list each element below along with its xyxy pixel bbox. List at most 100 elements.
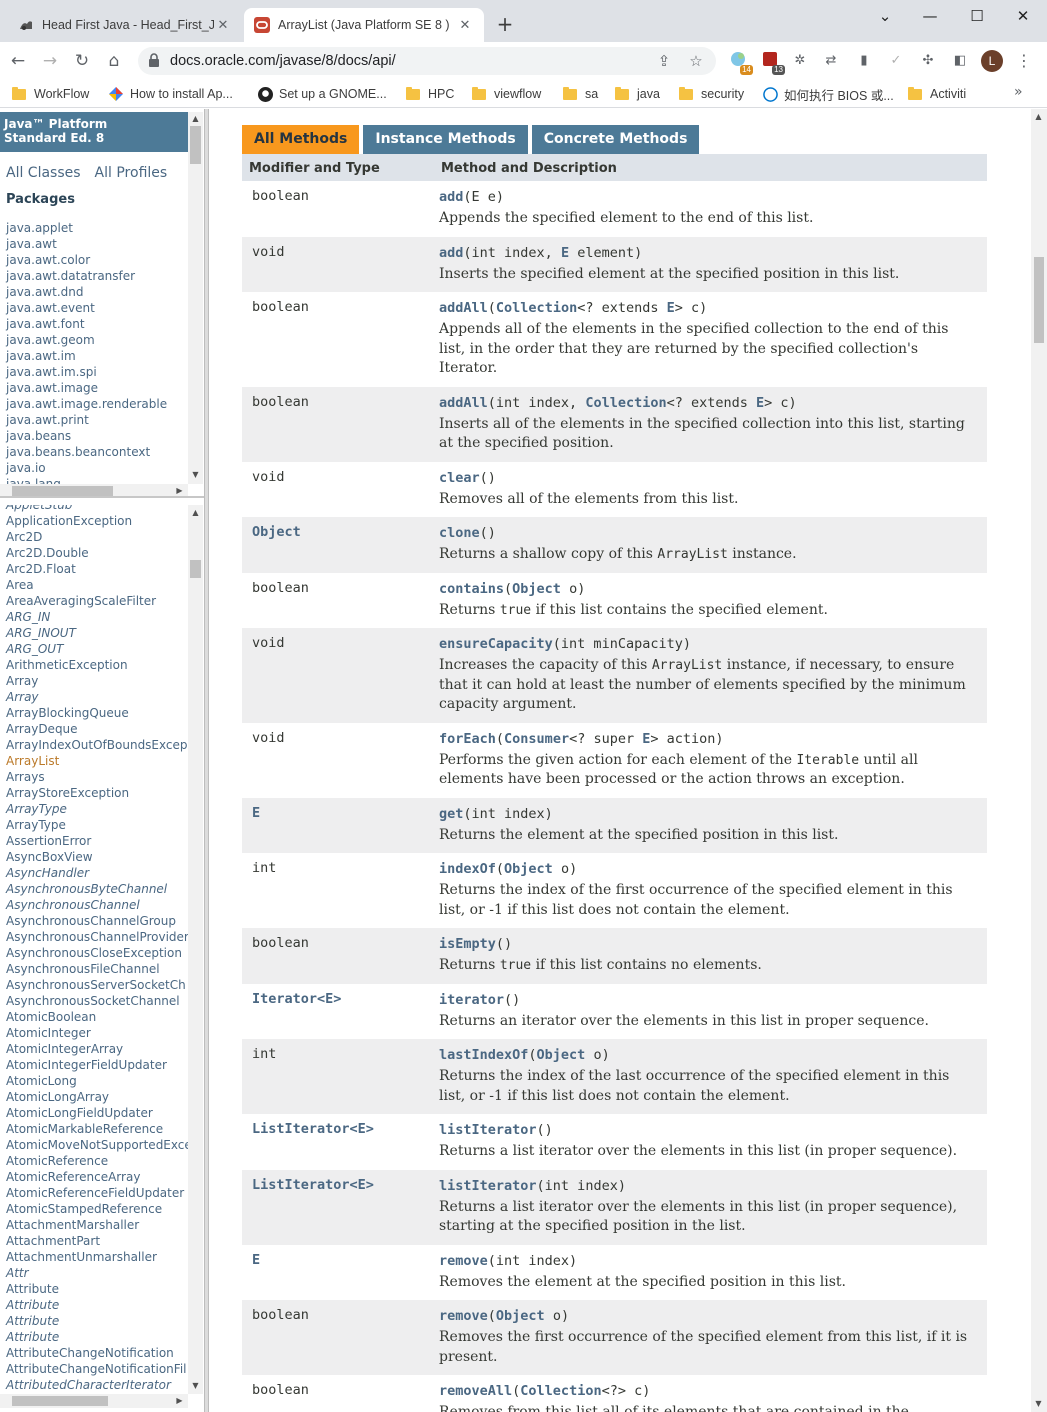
method-name-link[interactable]: clear bbox=[439, 470, 480, 486]
class-link[interactable]: ArrayType bbox=[6, 817, 192, 833]
class-link[interactable]: AsyncHandler bbox=[6, 865, 192, 881]
scroll-down-icon[interactable]: ▼ bbox=[1031, 1399, 1046, 1409]
package-link[interactable]: java.awt.image bbox=[6, 380, 167, 396]
class-link[interactable]: Arc2D bbox=[6, 529, 192, 545]
close-tab-icon[interactable]: ✕ bbox=[456, 17, 474, 33]
scroll-right-icon[interactable]: ▶ bbox=[172, 1396, 187, 1406]
tab-concrete-methods[interactable]: Concrete Methods bbox=[531, 125, 700, 154]
class-link[interactable]: AtomicMoveNotSupportedExce bbox=[6, 1137, 192, 1153]
new-tab-icon[interactable]: + bbox=[494, 12, 516, 36]
extension-book-icon[interactable]: 13 bbox=[759, 50, 785, 75]
class-link[interactable]: ArithmeticException bbox=[6, 657, 192, 673]
class-link[interactable]: ARG_OUT bbox=[6, 641, 192, 657]
package-link[interactable]: java.awt.event bbox=[6, 300, 167, 316]
class-link[interactable]: AtomicIntegerFieldUpdater bbox=[6, 1057, 192, 1073]
scrollbar-thumb[interactable] bbox=[12, 1396, 108, 1406]
package-link[interactable]: java.awt.image.renderable bbox=[6, 396, 167, 412]
scrollbar-thumb[interactable] bbox=[190, 560, 201, 578]
method-name-link[interactable]: clone bbox=[439, 525, 480, 541]
class-link[interactable]: AtomicLongFieldUpdater bbox=[6, 1105, 192, 1121]
package-link[interactable]: java.awt bbox=[6, 236, 167, 252]
scroll-up-icon[interactable]: ▲ bbox=[188, 508, 203, 518]
method-name-link[interactable]: iterator bbox=[439, 992, 504, 1008]
all-classes-link[interactable]: All Classes bbox=[6, 165, 81, 181]
reload-icon[interactable]: ↻ bbox=[70, 49, 94, 73]
method-name-link[interactable]: listIterator bbox=[439, 1178, 537, 1194]
class-link[interactable]: AttributedCharacterIterator bbox=[6, 1377, 192, 1393]
class-link[interactable]: ArrayBlockingQueue bbox=[6, 705, 192, 721]
scrollbar-thumb[interactable] bbox=[1034, 257, 1044, 343]
bookmark-workflow[interactable]: WorkFlow bbox=[12, 85, 89, 103]
extension-weather-icon[interactable]: 14 bbox=[727, 50, 753, 75]
class-link[interactable]: AtomicReferenceArray bbox=[6, 1169, 192, 1185]
package-link[interactable]: java.awt.color bbox=[6, 252, 167, 268]
package-link[interactable]: java.awt.print bbox=[6, 412, 167, 428]
package-link[interactable]: java.awt.geom bbox=[6, 332, 167, 348]
class-link[interactable]: AtomicLong bbox=[6, 1073, 192, 1089]
return-type-link[interactable]: E bbox=[252, 1252, 260, 1268]
tab-all-methods[interactable]: All Methods bbox=[242, 125, 360, 154]
tab-arraylist[interactable]: ArrayList (Java Platform SE 8 ) ✕ bbox=[244, 8, 484, 42]
content-vertical-scrollbar[interactable]: ▲ ▼ bbox=[1031, 109, 1047, 1412]
method-name-link[interactable]: add bbox=[439, 189, 463, 205]
class-link[interactable]: AsynchronousChannelProvider bbox=[6, 929, 192, 945]
method-name-link[interactable]: listIterator bbox=[439, 1122, 537, 1138]
class-link[interactable]: AsynchronousSocketChannel bbox=[6, 993, 192, 1009]
method-name-link[interactable]: remove bbox=[439, 1308, 488, 1324]
class-link[interactable]: AppletStub bbox=[6, 505, 192, 513]
package-link[interactable]: java.awt.datatransfer bbox=[6, 268, 167, 284]
class-link[interactable]: Arrays bbox=[6, 769, 192, 785]
bookmark-how-to-install[interactable]: How to install Ap... bbox=[108, 85, 233, 103]
return-type-link[interactable]: ListIterator<E> bbox=[252, 1121, 374, 1137]
class-link[interactable]: AtomicInteger bbox=[6, 1025, 192, 1041]
extension-reader-icon[interactable]: ▮ bbox=[853, 50, 875, 72]
profile-avatar[interactable]: L bbox=[981, 50, 1003, 72]
class-link[interactable]: AttachmentPart bbox=[6, 1233, 192, 1249]
class-link-current[interactable]: ArrayList bbox=[6, 753, 192, 769]
class-link[interactable]: AsynchronousChannel bbox=[6, 897, 192, 913]
param-type-link[interactable]: Consumer bbox=[504, 731, 569, 747]
scrollbar-thumb[interactable] bbox=[190, 126, 201, 164]
method-name-link[interactable]: addAll bbox=[439, 300, 488, 316]
package-link[interactable]: java.awt.im.spi bbox=[6, 364, 167, 380]
param-type-link[interactable]: Collection bbox=[496, 300, 577, 316]
chevron-right-icon[interactable]: » bbox=[1014, 84, 1023, 100]
package-link[interactable]: java.applet bbox=[6, 220, 167, 236]
class-link[interactable]: AsynchronousCloseException bbox=[6, 945, 192, 961]
class-link[interactable]: Attr bbox=[6, 1265, 192, 1281]
extension-check-icon[interactable]: ✓ bbox=[885, 50, 907, 72]
scroll-right-icon[interactable]: ▶ bbox=[172, 486, 187, 496]
class-link[interactable]: AtomicMarkableReference bbox=[6, 1121, 192, 1137]
tab-search-icon[interactable]: ⌄ bbox=[862, 2, 908, 30]
close-window-icon[interactable]: ✕ bbox=[1000, 2, 1046, 30]
bookmark-java[interactable]: java bbox=[615, 85, 660, 103]
class-link[interactable]: AtomicBoolean bbox=[6, 1009, 192, 1025]
back-icon[interactable]: ← bbox=[6, 49, 30, 73]
param-type-link[interactable]: E bbox=[561, 245, 569, 261]
scroll-down-icon[interactable]: ▼ bbox=[188, 1381, 203, 1391]
package-vertical-scrollbar[interactable]: ▲ ▼ bbox=[188, 112, 203, 484]
class-link[interactable]: AttachmentUnmarshaller bbox=[6, 1249, 192, 1265]
tab-instance-methods[interactable]: Instance Methods bbox=[363, 125, 528, 154]
method-name-link[interactable]: add bbox=[439, 245, 463, 261]
minimize-icon[interactable]: — bbox=[907, 2, 953, 30]
bookmark-security[interactable]: security bbox=[679, 85, 744, 103]
class-link[interactable]: AtomicIntegerArray bbox=[6, 1041, 192, 1057]
param-type-link[interactable]: E bbox=[756, 395, 764, 411]
class-link[interactable]: ARG_IN bbox=[6, 609, 192, 625]
class-link[interactable]: Arc2D.Double bbox=[6, 545, 192, 561]
method-name-link[interactable]: removeAll bbox=[439, 1383, 512, 1399]
bookmark-star-icon[interactable]: ☆ bbox=[684, 49, 708, 73]
class-link[interactable]: AreaAveragingScaleFilter bbox=[6, 593, 192, 609]
extension-translate-icon[interactable]: ⇄ bbox=[820, 50, 842, 72]
method-name-link[interactable]: lastIndexOf bbox=[439, 1047, 528, 1063]
class-link[interactable]: ArrayStoreException bbox=[6, 785, 192, 801]
class-link[interactable]: AtomicReference bbox=[6, 1153, 192, 1169]
param-type-link[interactable]: Object bbox=[537, 1047, 586, 1063]
package-horizontal-scrollbar[interactable]: ▶ bbox=[0, 484, 188, 496]
return-type-link[interactable]: Object bbox=[252, 524, 301, 540]
param-type-link[interactable]: Object bbox=[512, 581, 561, 597]
bookmark-activiti[interactable]: Activiti bbox=[908, 85, 966, 103]
class-link[interactable]: ArrayType bbox=[6, 801, 192, 817]
forward-icon[interactable]: → bbox=[38, 49, 62, 73]
